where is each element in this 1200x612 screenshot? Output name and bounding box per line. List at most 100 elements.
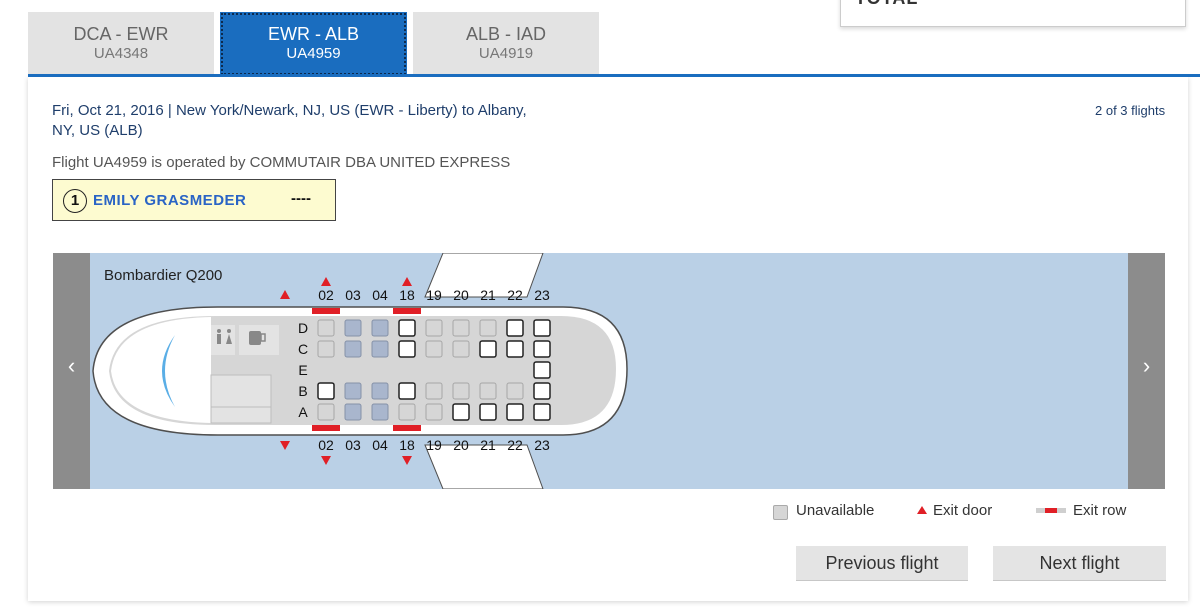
- seat-available[interactable]: [398, 382, 416, 400]
- seat-available[interactable]: [479, 340, 497, 358]
- tab-route: ALB - IAD: [465, 24, 547, 44]
- row-number-top: 02: [318, 287, 334, 303]
- seat-available[interactable]: [317, 382, 335, 400]
- seat-letter: E: [298, 362, 307, 378]
- row-number-bottom: 23: [534, 437, 550, 453]
- exit-door-icon: [402, 277, 412, 286]
- row-number-top: 03: [345, 287, 361, 303]
- storage-area-lower: [210, 406, 272, 424]
- seat-unavailable: [425, 340, 443, 358]
- legend-exit-row: Exit row: [1073, 502, 1127, 519]
- seat-unavailable: [317, 319, 335, 337]
- tab-route: DCA - EWR: [73, 24, 169, 44]
- legend-exit-door: Exit door: [933, 502, 993, 519]
- seat-available[interactable]: [533, 340, 551, 358]
- tab-alb-iad[interactable]: ALB - IAD UA4919: [413, 12, 599, 76]
- passenger-seat: ----: [291, 190, 311, 207]
- seat-available[interactable]: [533, 403, 551, 421]
- chevron-right-icon: ›: [1142, 353, 1151, 378]
- seat-unavailable: [344, 382, 362, 400]
- seat-unavailable: [371, 403, 389, 421]
- seat-available[interactable]: [398, 319, 416, 337]
- total-box: TOTAL: [840, 0, 1186, 27]
- seat-unavailable: [344, 319, 362, 337]
- seat-unavailable: [344, 403, 362, 421]
- row-number-top: 18: [399, 287, 415, 303]
- exit-row-swatch: [1036, 508, 1066, 513]
- seat-unavailable: [452, 340, 470, 358]
- seat-unavailable: [425, 319, 443, 337]
- row-number-top: 22: [507, 287, 523, 303]
- flight-route-description: Fri, Oct 21, 2016 | New York/Newark, NJ,…: [52, 101, 552, 141]
- total-label: TOTAL: [855, 0, 918, 9]
- passenger-selector[interactable]: 1 EMILY GRASMEDER ----: [52, 179, 336, 221]
- tab-flight-number: UA4919: [478, 45, 534, 62]
- tab-underline: [28, 74, 1200, 77]
- row-number-top: 21: [480, 287, 496, 303]
- chevron-left-icon: ‹: [67, 353, 76, 378]
- scroll-left-button[interactable]: ‹: [53, 253, 90, 489]
- unavailable-swatch: [773, 505, 788, 520]
- exit-row-marker: [393, 308, 421, 314]
- tab-flight-number: UA4959: [286, 45, 341, 62]
- row-number-bottom: 02: [318, 437, 334, 453]
- seat-available[interactable]: [398, 340, 416, 358]
- seat-map: 02 02 03 03 04 04 18 18 19 19 20 20 21 21 22 22 23 23 D C E B…: [53, 253, 1165, 489]
- exit-door-icon: [280, 290, 290, 299]
- tab-flight-number: UA4348: [93, 45, 149, 62]
- next-flight-button[interactable]: Next flight: [993, 546, 1166, 581]
- operated-by-text: Flight UA4959 is operated by COMMUTAIR D…: [52, 154, 511, 171]
- seat-unavailable: [371, 382, 389, 400]
- exit-row-marker: [312, 425, 340, 431]
- seat-unavailable: [506, 382, 524, 400]
- lavatory: [211, 325, 235, 355]
- seat-available[interactable]: [452, 403, 470, 421]
- tab-route: EWR - ALB: [267, 24, 360, 44]
- row-number-top: 19: [426, 287, 442, 303]
- tab-ewr-alb[interactable]: EWR - ALB UA4959: [220, 12, 407, 76]
- route-line-2: NY, US (ALB): [52, 122, 143, 139]
- seat-unavailable: [371, 340, 389, 358]
- previous-flight-button[interactable]: Previous flight: [796, 546, 968, 581]
- seat-available[interactable]: [506, 403, 524, 421]
- row-number-bottom: 22: [507, 437, 523, 453]
- exit-door-icon: [321, 456, 331, 465]
- seat-available[interactable]: [533, 319, 551, 337]
- seat-unavailable: [317, 340, 335, 358]
- exit-door-icon: [402, 456, 412, 465]
- seat-unavailable: [425, 382, 443, 400]
- passenger-name: EMILY GRASMEDER: [93, 192, 247, 209]
- seat-letter: B: [298, 383, 307, 399]
- seat-available[interactable]: [506, 340, 524, 358]
- scroll-right-button[interactable]: ›: [1128, 253, 1165, 489]
- tab-dca-ewr[interactable]: DCA - EWR UA4348: [28, 12, 214, 76]
- seat-available[interactable]: [533, 382, 551, 400]
- seat-map-svg: 020203030404181819192020212122222323DCEB…: [92, 253, 628, 489]
- seat-unavailable: [344, 340, 362, 358]
- row-number-top: 23: [534, 287, 550, 303]
- seat-letter: C: [298, 341, 308, 357]
- seat-unavailable: [398, 403, 416, 421]
- seat-letter: D: [298, 320, 308, 336]
- seat-available[interactable]: [479, 403, 497, 421]
- row-number-bottom: 21: [480, 437, 496, 453]
- seat-available[interactable]: [533, 361, 551, 379]
- aircraft-type: Bombardier Q200: [104, 267, 223, 284]
- row-number-bottom: 19: [426, 437, 442, 453]
- exit-door-icon: [280, 441, 290, 450]
- seat-unavailable: [371, 319, 389, 337]
- passenger-number-badge: 1: [63, 189, 87, 213]
- exit-row-marker: [312, 308, 340, 314]
- row-number-bottom: 18: [399, 437, 415, 453]
- exit-door-icon: [321, 277, 331, 286]
- route-line-1: Fri, Oct 21, 2016 | New York/Newark, NJ,…: [52, 102, 527, 119]
- exit-row-marker: [393, 425, 421, 431]
- flight-count: 2 of 3 flights: [1095, 103, 1166, 118]
- exit-door-icon: [917, 506, 927, 514]
- seat-unavailable: [479, 382, 497, 400]
- row-number-bottom: 20: [453, 437, 469, 453]
- seat-available[interactable]: [506, 319, 524, 337]
- seat-unavailable: [452, 382, 470, 400]
- storage-area: [210, 374, 272, 408]
- row-number-top: 04: [372, 287, 388, 303]
